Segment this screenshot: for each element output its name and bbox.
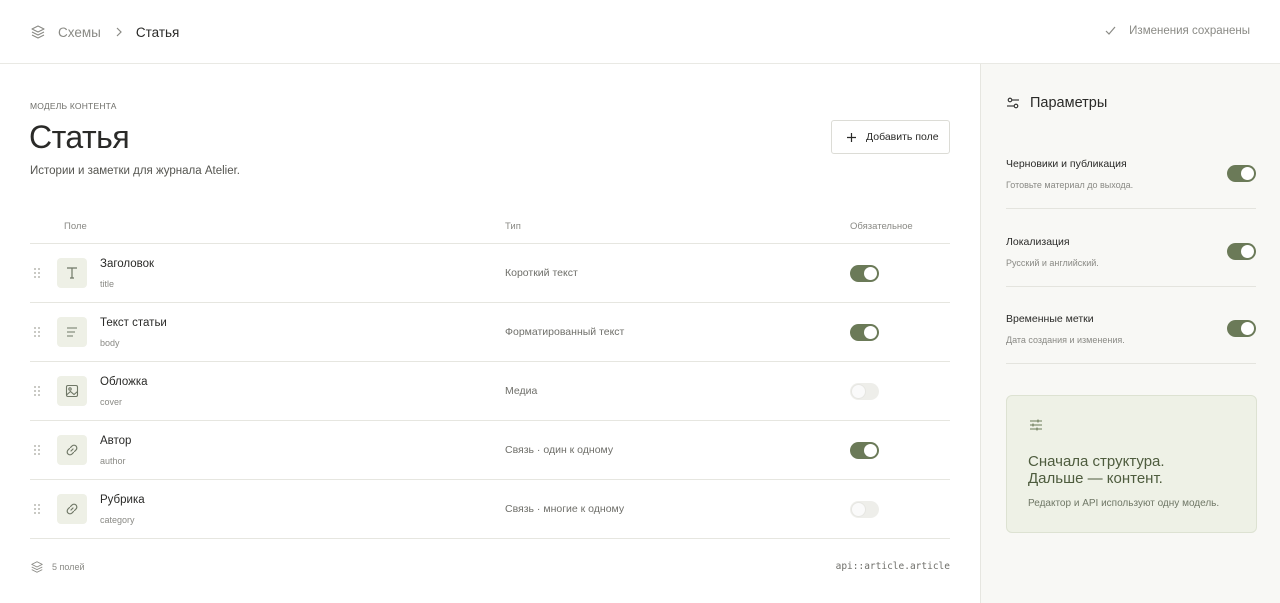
setting-desc: Готовьте материал до выхода. bbox=[1006, 180, 1134, 190]
setting-timestamps: Временные метки Дата создания и изменени… bbox=[1006, 286, 1256, 364]
settings-header: Параметры bbox=[1006, 95, 1107, 111]
drag-handle-icon[interactable] bbox=[33, 326, 41, 338]
required-toggle[interactable] bbox=[850, 265, 879, 282]
column-field: Поле bbox=[64, 221, 87, 232]
save-status-label: Изменения сохранены bbox=[1129, 24, 1250, 37]
setting-label: Локализация bbox=[1006, 236, 1070, 248]
field-name: Обложка bbox=[100, 376, 148, 388]
promo-heading-line1: Сначала структура. bbox=[1028, 453, 1165, 470]
field-name: Рубрика bbox=[100, 494, 145, 506]
api-id: api::article.article bbox=[835, 561, 950, 572]
field-type: Связь · один к одному bbox=[505, 444, 614, 456]
table-row[interactable]: Обложка cover Медиа bbox=[30, 362, 950, 421]
column-type: Тип bbox=[505, 221, 521, 232]
promo-description: Редактор и API используют одну модель. bbox=[1028, 498, 1220, 509]
setting-desc: Русский и английский. bbox=[1006, 258, 1099, 268]
promo-card: Сначала структура. Дальше — контент. Ред… bbox=[1006, 395, 1257, 533]
page-subtitle: Истории и заметки для журнала Atelier. bbox=[30, 165, 240, 177]
content-model-eyebrow: Модель контента bbox=[30, 101, 117, 111]
main-content: Модель контента Статья Истории и заметки… bbox=[0, 64, 980, 603]
text-type-icon bbox=[57, 258, 87, 288]
page-title: Статья bbox=[29, 119, 130, 155]
paragraph-icon bbox=[57, 317, 87, 347]
table-row[interactable]: Автор author Связь · один к одному bbox=[30, 421, 950, 480]
timestamps-toggle[interactable] bbox=[1227, 320, 1256, 337]
add-field-button[interactable]: Добавить поле bbox=[831, 120, 950, 154]
breadcrumb-current: Статья bbox=[135, 24, 180, 40]
field-type: Связь · многие к одному bbox=[505, 503, 625, 515]
drag-handle-icon[interactable] bbox=[33, 503, 41, 515]
save-status: Изменения сохранены bbox=[1104, 24, 1250, 37]
setting-localization: Локализация Русский и английский. bbox=[1006, 209, 1256, 287]
link-icon bbox=[57, 494, 87, 524]
table-row[interactable]: Заголовок title Короткий текст bbox=[30, 244, 950, 303]
field-key: body bbox=[100, 338, 120, 348]
image-icon bbox=[57, 376, 87, 406]
chevron-right-icon bbox=[115, 26, 123, 38]
drag-handle-icon[interactable] bbox=[33, 385, 41, 397]
field-name: Заголовок bbox=[100, 258, 155, 270]
field-type: Форматированный текст bbox=[505, 326, 625, 338]
setting-desc: Дата создания и изменения. bbox=[1006, 335, 1125, 345]
field-name: Текст статьи bbox=[100, 317, 167, 329]
setting-label: Черновики и публикация bbox=[1006, 158, 1127, 170]
setting-label: Временные метки bbox=[1006, 313, 1094, 325]
field-key: cover bbox=[100, 397, 123, 407]
field-count-label: 5 полей bbox=[52, 562, 85, 572]
check-icon bbox=[1104, 24, 1117, 37]
top-bar: Схемы Статья Изменения сохранены bbox=[0, 0, 1280, 64]
settings-panel: Параметры Черновики и публикация Готовьт… bbox=[980, 64, 1280, 603]
field-count: 5 полей bbox=[30, 560, 84, 574]
field-key: author bbox=[100, 456, 126, 466]
field-type: Короткий текст bbox=[505, 267, 578, 279]
field-type: Медиа bbox=[505, 385, 538, 397]
drag-handle-icon[interactable] bbox=[33, 267, 41, 279]
field-name: Автор bbox=[100, 435, 132, 447]
breadcrumb-schemas-link[interactable]: Схемы bbox=[58, 25, 101, 40]
sliders-icon bbox=[1006, 96, 1020, 110]
fields-table-header: Поле Тип Обязательное bbox=[30, 216, 950, 244]
settings-title: Параметры bbox=[1030, 95, 1108, 111]
required-toggle[interactable] bbox=[850, 501, 879, 518]
adjustments-icon bbox=[1028, 417, 1044, 433]
field-key: category bbox=[100, 515, 135, 525]
layers-icon bbox=[30, 24, 46, 40]
table-row[interactable]: Текст статьи body Форматированный текст bbox=[30, 303, 950, 362]
layers-icon bbox=[30, 560, 44, 574]
required-toggle[interactable] bbox=[850, 442, 879, 459]
add-field-label: Добавить поле bbox=[866, 131, 939, 143]
breadcrumb: Схемы Статья bbox=[30, 23, 179, 41]
promo-heading-line2: Дальше — контент. bbox=[1028, 470, 1163, 487]
setting-drafts: Черновики и публикация Готовьте материал… bbox=[1006, 131, 1256, 209]
drag-handle-icon[interactable] bbox=[33, 444, 41, 456]
promo-heading: Сначала структура. Дальше — контент. bbox=[1028, 453, 1165, 487]
required-toggle[interactable] bbox=[850, 324, 879, 341]
plus-icon bbox=[846, 132, 857, 143]
table-row[interactable]: Рубрика category Связь · многие к одному bbox=[30, 480, 950, 539]
column-required: Обязательное bbox=[850, 221, 913, 232]
fields-table: Заголовок title Короткий текст Текст ста… bbox=[30, 244, 950, 539]
link-icon bbox=[57, 435, 87, 465]
required-toggle[interactable] bbox=[850, 383, 879, 400]
field-key: title bbox=[100, 279, 115, 289]
drafts-toggle[interactable] bbox=[1227, 165, 1256, 182]
localization-toggle[interactable] bbox=[1227, 243, 1256, 260]
